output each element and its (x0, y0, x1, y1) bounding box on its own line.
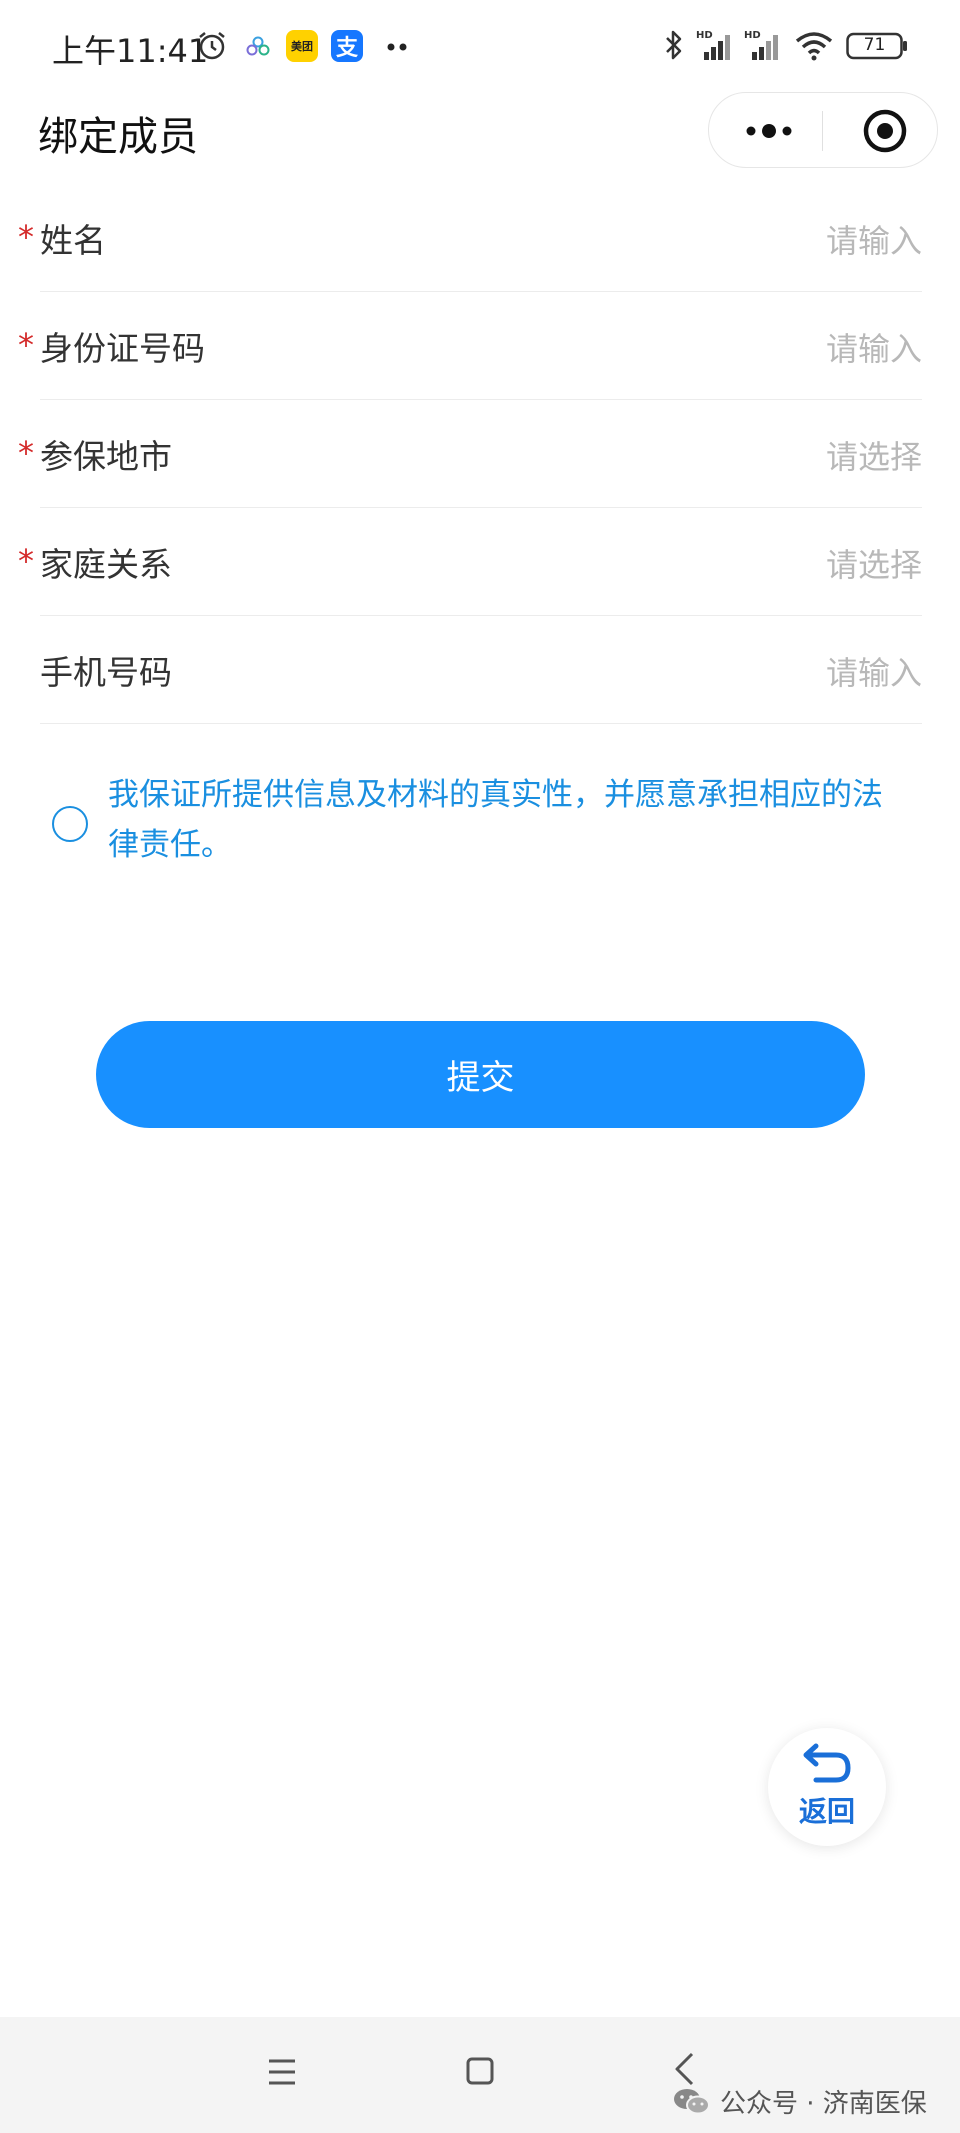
name-input[interactable]: 请输入 (826, 216, 922, 262)
watermark: 公众号 · 济南医保 (672, 2081, 927, 2121)
relationship-label: 家庭关系 (40, 545, 172, 584)
return-label: 返回 (798, 1795, 855, 1828)
watermark-text: 公众号 · 济南医保 (720, 2088, 927, 2119)
app-notification-icon (246, 36, 270, 56)
system-nav-bar: 公众号 · 济南医保 (0, 2017, 960, 2133)
meituan-icon: 美团 (286, 30, 318, 62)
form-row-name[interactable]: * 姓名 请输入 (0, 184, 960, 292)
battery-level: 71 (863, 35, 886, 55)
agreement-checkbox[interactable] (52, 806, 88, 842)
status-time: 上午11:41 (52, 32, 209, 70)
home-icon[interactable] (465, 2055, 495, 2087)
agreement: 我保证所提供信息及材料的真实性，并愿意承担相应的法律责任。 (52, 770, 912, 880)
svg-text:HD: HD (744, 30, 761, 41)
wechat-logo-icon (674, 2089, 710, 2115)
form-row-id-number[interactable]: * 身份证号码 请输入 (0, 292, 960, 400)
page-title: 绑定成员 (38, 114, 198, 160)
status-bar: 上午11:41 美团 支 HD HD 71 (0, 0, 960, 92)
name-label: 姓名 (40, 221, 106, 260)
close-mini-program-icon[interactable] (861, 107, 909, 155)
required-mark: * (18, 542, 34, 580)
capsule-divider (822, 111, 823, 151)
form-row-relationship[interactable]: * 家庭关系 请选择 (0, 508, 960, 616)
submit-button[interactable]: 提交 (96, 1021, 865, 1128)
wifi-icon (795, 32, 833, 61)
return-button[interactable]: 返回 (768, 1728, 886, 1846)
id-number-input[interactable]: 请输入 (826, 324, 922, 370)
relationship-select[interactable]: 请选择 (826, 540, 922, 586)
id-number-label: 身份证号码 (40, 329, 205, 368)
agreement-text[interactable]: 我保证所提供信息及材料的真实性，并愿意承担相应的法律责任。 (108, 770, 908, 870)
title-bar: 绑定成员 (0, 92, 960, 172)
form-row-phone[interactable]: 手机号码 请输入 (0, 616, 960, 724)
insured-city-label: 参保地市 (40, 437, 172, 476)
required-mark: * (18, 326, 34, 364)
more-menu-icon[interactable] (739, 117, 799, 145)
svg-text:HD: HD (696, 30, 713, 41)
mini-program-capsule (708, 92, 938, 168)
recent-apps-icon[interactable] (266, 2057, 298, 2087)
return-arrow-icon (803, 1743, 851, 1783)
bind-member-form: * 姓名 请输入 * 身份证号码 请输入 * 参保地市 请选择 * 家庭关系 请… (0, 184, 960, 724)
bluetooth-icon (666, 30, 682, 60)
required-mark: * (18, 434, 34, 472)
alipay-icon: 支 (331, 30, 363, 62)
phone-label: 手机号码 (40, 653, 172, 692)
alarm-clock-icon (199, 32, 225, 60)
insured-city-select[interactable]: 请选择 (826, 432, 922, 478)
more-notifications-icon (387, 43, 407, 51)
signal-hd-2-icon: HD (744, 30, 778, 60)
required-mark: * (18, 218, 34, 256)
signal-hd-icon: HD (696, 30, 730, 60)
battery-icon: 71 (846, 32, 908, 60)
form-row-insured-city[interactable]: * 参保地市 请选择 (0, 400, 960, 508)
phone-input[interactable]: 请输入 (826, 648, 922, 694)
row-divider (40, 723, 922, 724)
